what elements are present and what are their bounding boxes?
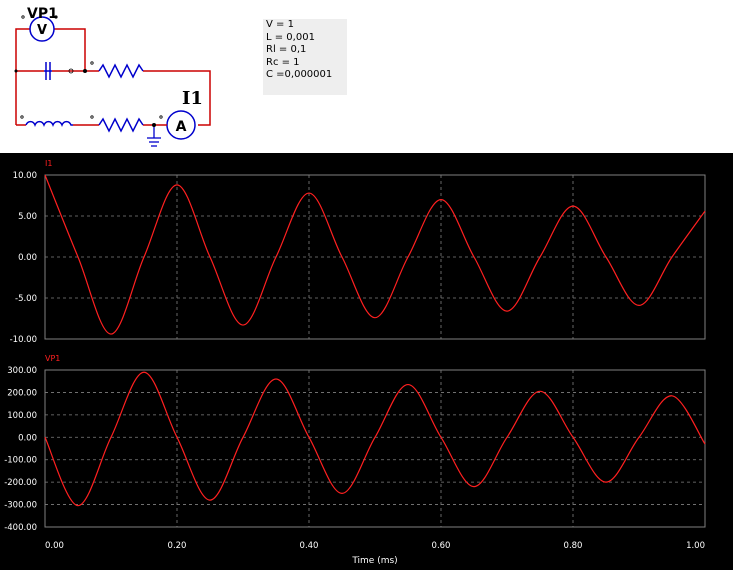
y-tick-label: 0.00 bbox=[18, 433, 37, 443]
capacitor[interactable] bbox=[44, 62, 52, 80]
x-tick-label: 0.00 bbox=[45, 541, 64, 551]
plot-frame bbox=[44, 369, 706, 528]
schematic-panel: V VP1 A I1 V = 1 L = 0,001 Rl = 0,1 Rc =… bbox=[0, 0, 733, 153]
voltmeter-symbol: V bbox=[37, 23, 47, 38]
y-tick-label: 300.00 bbox=[7, 366, 37, 376]
y-tick-label: -400.00 bbox=[4, 523, 37, 533]
y-tick-label: 200.00 bbox=[7, 388, 37, 398]
x-tick-label: 0.20 bbox=[168, 541, 187, 551]
x-tick-label: 0.40 bbox=[300, 541, 319, 551]
y-tick-label: -100.00 bbox=[4, 456, 37, 466]
y-tick-label: -10.00 bbox=[10, 335, 37, 345]
x-axis-label: Time (ms) bbox=[351, 556, 397, 566]
current-plot[interactable]: 10.00 5.00 0.00 -5.00 -10.00 I1 bbox=[10, 159, 706, 345]
inductor[interactable] bbox=[25, 120, 73, 127]
y-tick-label: -200.00 bbox=[4, 478, 37, 488]
voltage-plot[interactable]: 300.00 200.00 100.00 0.00 -100.00 -200.00 -300… bbox=[4, 354, 706, 551]
param-l: L = 0,001 bbox=[266, 31, 315, 43]
plot-panel: 10.00 5.00 0.00 -5.00 -10.00 I1 300.00 200.00 1… bbox=[4, 159, 706, 566]
y-tick-label: 0.00 bbox=[18, 253, 37, 263]
param-c: C =0,000001 bbox=[266, 69, 333, 80]
x-tick-label: 0.80 bbox=[564, 541, 583, 551]
circuit-schematic: V VP1 A I1 bbox=[14, 6, 211, 147]
y-tick-label: -5.00 bbox=[15, 294, 37, 304]
x-tick-label: 1.00 bbox=[686, 541, 705, 551]
y-tick-label: -300.00 bbox=[4, 501, 37, 511]
ammeter[interactable]: A bbox=[166, 110, 196, 140]
series-legend-current: I1 bbox=[45, 159, 52, 168]
junction-dots bbox=[14, 69, 156, 127]
param-rl: Rl = 0,1 bbox=[266, 44, 307, 55]
resistor-rl[interactable] bbox=[98, 117, 144, 133]
ammeter-label: I1 bbox=[182, 88, 203, 109]
ammeter-symbol: A bbox=[176, 119, 187, 135]
series-line-current bbox=[44, 174, 706, 335]
y-tick-label: 100.00 bbox=[7, 411, 37, 421]
ground-symbol bbox=[147, 125, 161, 147]
voltmeter-label: VP1 bbox=[27, 6, 58, 22]
series-legend-voltage: VP1 bbox=[45, 354, 60, 363]
y-tick-label: 10.00 bbox=[13, 171, 37, 181]
x-tick-label: 0.60 bbox=[432, 541, 451, 551]
parameter-list[interactable]: V = 1 L = 0,001 Rl = 0,1 Rc = 1 C =0,000… bbox=[263, 19, 347, 95]
param-v: V = 1 bbox=[266, 19, 294, 30]
y-tick-label: 5.00 bbox=[18, 212, 37, 222]
param-rc: Rc = 1 bbox=[266, 56, 300, 68]
resistor-rc[interactable] bbox=[98, 63, 144, 79]
